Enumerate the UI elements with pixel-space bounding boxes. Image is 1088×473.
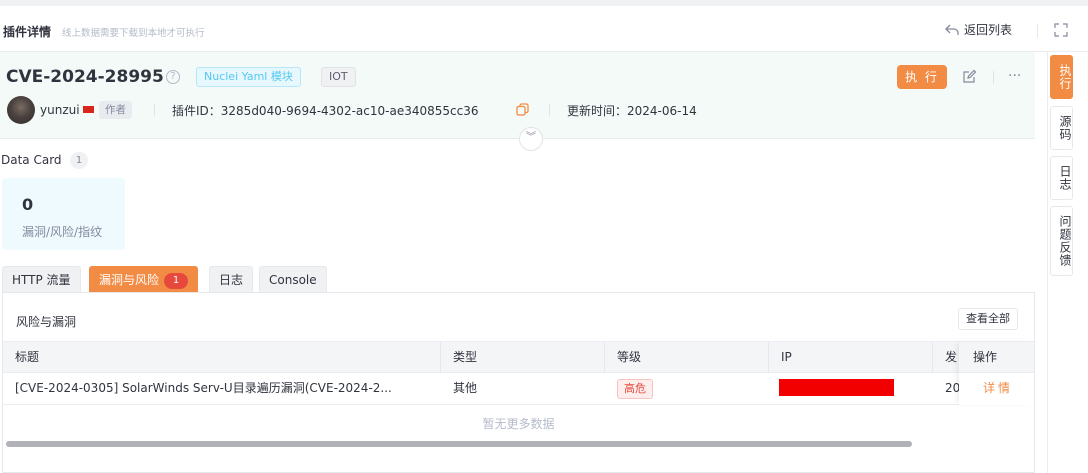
- tab-http-traffic[interactable]: HTTP 流量: [2, 266, 81, 293]
- avatar: [7, 96, 35, 124]
- plugin-id: 插件ID：3285d040-9694-4302-ac10-ae340855cc3…: [172, 104, 479, 118]
- tab-console[interactable]: Console: [259, 266, 327, 293]
- copy-icon[interactable]: [516, 103, 529, 116]
- tab-vulns-risks[interactable]: 漏洞与风险 1: [89, 266, 199, 293]
- risk-level-badge: 高危: [617, 379, 653, 399]
- tab-count-badge: 1: [164, 273, 189, 289]
- back-arrow-icon: [945, 24, 959, 35]
- horizontal-scrollbar[interactable]: [6, 441, 912, 447]
- row-type: 其他: [453, 381, 478, 395]
- row-level-cell: 高危: [605, 373, 769, 404]
- stat-card[interactable]: 0 漏洞/风险/指纹: [2, 178, 125, 250]
- back-label: 返回列表: [964, 23, 1013, 37]
- column-header-type[interactable]: 类型: [441, 342, 605, 373]
- update-time: 更新时间：2024-06-14: [567, 104, 697, 118]
- panel-title: 风险与漏洞: [16, 315, 77, 329]
- plugin-type-tag: Nuclei Yaml 模块: [196, 67, 301, 87]
- tab-label: HTTP 流量: [12, 273, 71, 287]
- column-header-ip[interactable]: IP: [769, 342, 933, 373]
- tab-label: 日志: [219, 273, 244, 287]
- more-icon[interactable]: ···: [1008, 68, 1021, 84]
- redacted-ip: [779, 379, 894, 396]
- data-card-label: Data Card: [1, 153, 62, 167]
- tab-logs[interactable]: 日志: [209, 266, 254, 293]
- stat-card-label: 漏洞/风险/指纹: [22, 225, 103, 239]
- fullscreen-icon[interactable]: [1054, 23, 1068, 37]
- empty-message: 暂无更多数据: [482, 417, 555, 431]
- collapse-toggle-button[interactable]: ︾: [519, 127, 543, 151]
- right-sidebar: 执行 源码 日志 问题反馈: [1047, 52, 1088, 473]
- side-tab-logs[interactable]: 日志: [1050, 156, 1073, 200]
- author-name: yunzui: [40, 103, 80, 117]
- side-tab-source[interactable]: 源码: [1050, 106, 1073, 150]
- plugin-category-tag: IOT: [321, 67, 356, 87]
- help-icon[interactable]: ?: [166, 70, 180, 84]
- page-subtitle: 线上数据需要下载到本地才可执行: [62, 28, 205, 39]
- side-tab-execute[interactable]: 执行: [1050, 55, 1073, 99]
- detail-link[interactable]: 详情: [983, 373, 1013, 404]
- column-header-actions: 操作: [959, 341, 1034, 373]
- divider: [549, 104, 550, 116]
- tab-label: Console: [269, 273, 317, 287]
- page-title: 插件详情: [3, 25, 52, 39]
- plugin-info-panel: CVE-2024-28995 ? Nuclei Yaml 模块 IOT 执 行 …: [0, 52, 1035, 139]
- tab-label: 漏洞与风险: [99, 273, 160, 287]
- flag-icon: [83, 106, 94, 113]
- divider: [993, 71, 994, 84]
- table-row[interactable]: [CVE-2024-0305] SolarWinds Serv-U目录遍历漏洞(…: [3, 373, 1034, 405]
- table-header: 标题 类型 等级 IP 发: [3, 341, 1034, 373]
- risk-panel: 风险与漏洞 查看全部 标题 类型 等级 IP 发 [CVE-2024-0305]…: [2, 292, 1035, 473]
- view-all-button[interactable]: 查看全部: [958, 308, 1018, 330]
- author-tag: 作者: [99, 101, 132, 119]
- data-card-count: 1: [70, 152, 88, 169]
- divider: [154, 104, 155, 116]
- back-to-list-button[interactable]: 返回列表: [944, 21, 1012, 38]
- execute-button[interactable]: 执 行: [897, 65, 947, 89]
- plugin-name: CVE-2024-28995: [6, 67, 164, 87]
- stat-card-value: 0: [22, 195, 34, 214]
- divider: [1037, 24, 1038, 38]
- page-header: 插件详情 线上数据需要下载到本地才可执行 返回列表: [0, 6, 1088, 52]
- chevron-double-down-icon: ︾: [526, 132, 536, 143]
- side-tab-feedback[interactable]: 问题反馈: [1050, 206, 1073, 276]
- actions-column: 操作 详情: [959, 341, 1034, 405]
- edit-icon[interactable]: [962, 69, 977, 84]
- column-header-title[interactable]: 标题: [3, 342, 441, 373]
- row-title: [CVE-2024-0305] SolarWinds Serv-U目录遍历漏洞(…: [15, 381, 392, 395]
- column-header-level[interactable]: 等级: [605, 342, 769, 373]
